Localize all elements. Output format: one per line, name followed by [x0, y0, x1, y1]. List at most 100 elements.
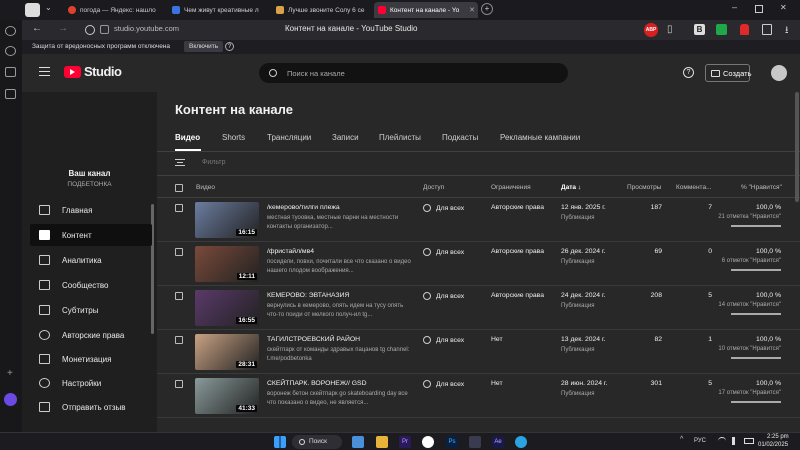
- after-effects-icon[interactable]: Ae: [492, 436, 504, 448]
- premiere-icon[interactable]: Pr: [399, 436, 411, 448]
- nav-item-7[interactable]: Настройки: [30, 372, 152, 394]
- maximize-icon[interactable]: [755, 5, 763, 13]
- explorer-icon[interactable]: [376, 436, 388, 448]
- video-thumbnail[interactable]: 16:55: [195, 290, 259, 326]
- nav-item-0[interactable]: Главная: [30, 199, 152, 221]
- table-row[interactable]: 16:15/кемерово/тилги плежа местная туоовк…: [157, 198, 800, 242]
- tab-1[interactable]: Shorts: [222, 133, 245, 142]
- col-comments[interactable]: Коммента...: [676, 184, 711, 191]
- tab-0[interactable]: Видео: [175, 133, 200, 142]
- col-likes[interactable]: % "Нравится": [741, 184, 782, 191]
- video-title[interactable]: /фристайл/мв4: [267, 248, 314, 255]
- access-cell[interactable]: Для всех: [423, 248, 464, 256]
- add-panel-icon[interactable]: +: [7, 368, 13, 379]
- video-title[interactable]: КЕМЕРОВО: ЭВТАНАЗИЯ: [267, 292, 349, 299]
- table-row[interactable]: 16:55 КЕМЕРОВО: ЭВТАНАЗИЯ вернулись в кеме…: [157, 286, 800, 330]
- chevron-down-icon[interactable]: ⌄: [45, 3, 52, 12]
- yandex-browser-icon[interactable]: [422, 436, 434, 448]
- row-checkbox[interactable]: [175, 292, 183, 300]
- video-title[interactable]: /кемерово/тилги плежа: [267, 204, 340, 211]
- row-checkbox[interactable]: [175, 380, 183, 388]
- download-icon[interactable]: ⭳: [785, 23, 789, 40]
- nav-item-5[interactable]: Авторские права: [30, 324, 152, 346]
- video-thumbnail[interactable]: 12:11: [195, 246, 259, 282]
- nav-item-4[interactable]: Субтитры: [30, 299, 152, 321]
- task-view-icon[interactable]: [352, 436, 364, 448]
- back-icon[interactable]: ←: [32, 23, 42, 34]
- hamburger-icon[interactable]: [39, 67, 50, 76]
- collections-icon[interactable]: [5, 26, 16, 36]
- row-checkbox[interactable]: [175, 336, 183, 344]
- comments-cell[interactable]: 5: [677, 292, 712, 299]
- comments-cell[interactable]: 7: [677, 204, 712, 211]
- main-scrollbar[interactable]: [795, 92, 799, 202]
- filter-input[interactable]: Фильтр: [202, 159, 226, 166]
- select-all-checkbox[interactable]: [175, 184, 183, 192]
- minimize-icon[interactable]: –: [732, 2, 737, 12]
- col-date[interactable]: Дата ↓: [561, 184, 581, 191]
- comments-cell[interactable]: 0: [677, 248, 712, 255]
- tab-6[interactable]: Рекламные кампании: [500, 133, 580, 142]
- access-cell[interactable]: Для всех: [423, 292, 464, 300]
- forward-icon[interactable]: →: [58, 23, 68, 34]
- youtube-logo-icon[interactable]: [64, 66, 81, 78]
- tab-3[interactable]: Лучше звоните Солу 6 се: [272, 2, 372, 18]
- video-thumbnail[interactable]: 28:31: [195, 334, 259, 370]
- nav-item-8[interactable]: Отправить отзыв: [30, 396, 152, 418]
- adblock-icon[interactable]: ABP: [644, 23, 658, 37]
- row-checkbox[interactable]: [175, 248, 183, 256]
- screenshot-icon[interactable]: [5, 89, 16, 99]
- telegram-icon[interactable]: [515, 436, 527, 448]
- extension-b-icon[interactable]: B: [694, 24, 705, 35]
- search-input[interactable]: Поиск на канале: [259, 63, 568, 83]
- tab-4[interactable]: Плейлисты: [379, 133, 421, 142]
- nav-item-3[interactable]: Сообщество: [30, 274, 152, 296]
- wifi-icon[interactable]: [718, 437, 726, 445]
- clock-time[interactable]: 2:25 pm: [767, 434, 789, 440]
- protect-icon[interactable]: [85, 25, 95, 35]
- col-restrictions[interactable]: Ограничения: [491, 184, 531, 191]
- language-indicator[interactable]: РУС: [694, 438, 706, 444]
- extension-green-icon[interactable]: [716, 24, 727, 35]
- windows-start-icon[interactable]: [274, 436, 286, 448]
- col-views[interactable]: Просмотры: [627, 184, 661, 191]
- access-cell[interactable]: Для всех: [423, 380, 464, 388]
- tab-2[interactable]: Трансляции: [267, 133, 311, 142]
- close-icon[interactable]: ✕: [469, 6, 475, 14]
- tab-5[interactable]: Подкасты: [442, 133, 478, 142]
- enable-protection-button[interactable]: Включить: [184, 41, 224, 52]
- tab-3[interactable]: Записи: [332, 133, 359, 142]
- video-thumbnail[interactable]: 16:15: [195, 202, 259, 238]
- downloads-icon[interactable]: [5, 46, 16, 56]
- nav-item-6[interactable]: Монетизация: [30, 348, 152, 370]
- help-icon[interactable]: ?: [225, 42, 234, 51]
- extension-doc-icon[interactable]: [762, 24, 772, 35]
- clock-date[interactable]: 01/02/2025: [758, 442, 788, 448]
- video-title[interactable]: ТАГИЛСТРОЕВСКИЙ РАЙОН: [267, 336, 360, 343]
- tab-2[interactable]: Чем живут креативные л: [168, 2, 272, 18]
- row-checkbox[interactable]: [175, 204, 183, 212]
- avatar[interactable]: [771, 65, 787, 81]
- url-field[interactable]: studio.youtube.com: [114, 24, 179, 33]
- col-access[interactable]: Доступ: [423, 184, 444, 191]
- extension-hand-icon[interactable]: [740, 24, 749, 35]
- tabs-menu-icon[interactable]: [25, 3, 40, 17]
- table-row[interactable]: 28:31 ТАГИЛСТРОЕВСКИЙ РАЙОН скейтпарк от к…: [157, 330, 800, 374]
- nav-item-1[interactable]: Контент: [30, 224, 152, 246]
- window-close-icon[interactable]: ✕: [780, 3, 787, 12]
- access-cell[interactable]: Для всех: [423, 336, 464, 344]
- filter-icon[interactable]: [175, 159, 185, 166]
- new-tab-icon[interactable]: +: [481, 3, 493, 15]
- comments-cell[interactable]: 1: [677, 336, 712, 343]
- alice-icon[interactable]: [4, 393, 17, 406]
- video-title[interactable]: СКЕЙТПАРК. ВОРОНЕЖ// GSD: [267, 380, 367, 387]
- battery-icon[interactable]: [744, 438, 754, 444]
- app-icon[interactable]: [469, 436, 481, 448]
- tab-1[interactable]: погода — Яндекс: нашло: [64, 2, 168, 18]
- nav-item-2[interactable]: Аналитика: [30, 249, 152, 271]
- comments-cell[interactable]: 5: [677, 380, 712, 387]
- bookmark-icon[interactable]: ▯: [667, 24, 673, 35]
- access-cell[interactable]: Для всех: [423, 204, 464, 212]
- help-circle-icon[interactable]: ?: [683, 67, 694, 78]
- photoshop-icon[interactable]: Ps: [446, 436, 458, 448]
